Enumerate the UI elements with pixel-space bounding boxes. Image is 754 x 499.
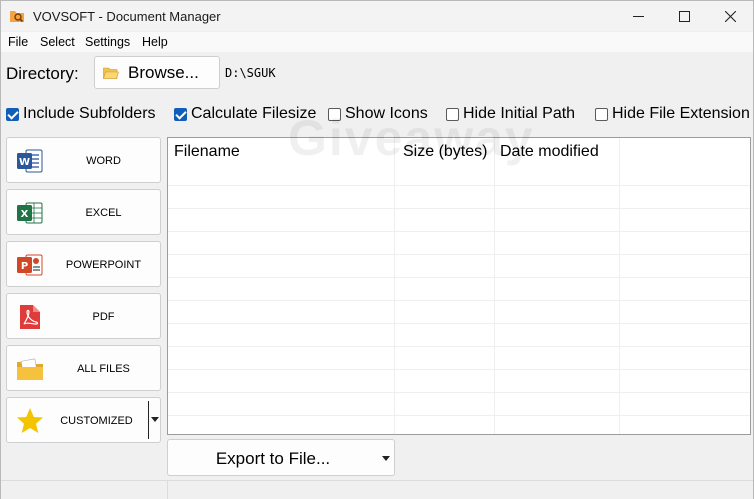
browse-label: Browse... [128, 62, 199, 82]
minimize-icon [632, 15, 644, 17]
hide-initial-path-checkbox[interactable]: Hide Initial Path [446, 105, 575, 123]
title-bar: VOVSOFT - Document Manager [1, 1, 753, 31]
svg-text:W: W [19, 157, 30, 168]
svg-text:P: P [21, 261, 28, 272]
customized-label: CUSTOMIZED [60, 415, 133, 427]
window-title: VOVSOFT - Document Manager [33, 9, 221, 24]
row-gridline [168, 185, 750, 186]
list-header: Filename Size (bytes) Date modified [168, 138, 750, 167]
column-header-filename[interactable]: Filename [174, 143, 240, 161]
column-divider [494, 138, 495, 434]
powerpoint-label: POWERPOINT [65, 259, 142, 271]
app-icon [10, 11, 24, 23]
row-gridline [168, 208, 750, 209]
word-label: WORD [86, 155, 121, 167]
pdf-icon [20, 305, 40, 329]
export-label: Export to File... [215, 449, 331, 468]
excel-button[interactable]: X EXCEL [6, 189, 161, 235]
checkbox-unchecked-icon [328, 107, 341, 121]
word-button[interactable]: W WORD [6, 137, 161, 183]
row-gridline [168, 369, 750, 370]
powerpoint-button[interactable]: P POWERPOINT [6, 241, 161, 287]
directory-path: D:\SGUK [225, 66, 276, 80]
pdf-button[interactable]: PDF [6, 293, 161, 339]
word-icon: W [17, 149, 43, 173]
include-subfolders-checkbox[interactable]: Include Subfolders [6, 105, 156, 123]
column-header-size[interactable]: Size (bytes) [403, 143, 487, 161]
close-button[interactable] [707, 1, 753, 31]
powerpoint-icon: P [17, 254, 43, 276]
excel-icon: X [17, 202, 43, 224]
app-window: VOVSOFT - Document Manager File Select S… [0, 0, 754, 499]
menu-file[interactable]: File [8, 35, 28, 49]
folder-icon [17, 358, 43, 380]
hide-initial-path-label: Hide Initial Path [463, 105, 576, 122]
column-divider [394, 138, 395, 434]
show-icons-label: Show Icons [345, 105, 428, 122]
excel-label: EXCEL [85, 207, 122, 219]
row-gridline [168, 300, 750, 301]
row-gridline [168, 323, 750, 324]
export-to-file-button[interactable]: Export to File... [167, 439, 395, 476]
calculate-filesize-label: Calculate Filesize [191, 105, 317, 122]
maximize-icon [678, 10, 690, 22]
split-divider [148, 401, 149, 439]
status-bar [1, 480, 753, 499]
calculate-filesize-checkbox[interactable]: Calculate Filesize [174, 105, 316, 123]
menu-settings[interactable]: Settings [85, 35, 130, 49]
star-icon [17, 408, 43, 433]
checkbox-unchecked-icon [446, 107, 459, 121]
menu-help[interactable]: Help [142, 35, 168, 49]
row-gridline [168, 254, 750, 255]
menu-select[interactable]: Select [40, 35, 75, 49]
minimize-button[interactable] [615, 1, 661, 31]
column-divider [619, 138, 620, 434]
status-divider [167, 481, 168, 499]
row-gridline [168, 231, 750, 232]
checkbox-unchecked-icon [595, 107, 608, 121]
pdf-label: PDF [92, 311, 115, 323]
checkbox-checked-icon [6, 107, 19, 121]
file-list[interactable]: Filename Size (bytes) Date modified [167, 137, 751, 435]
row-gridline [168, 277, 750, 278]
include-subfolders-label: Include Subfolders [23, 105, 156, 122]
menu-bar: File Select Settings Help [1, 32, 753, 52]
customized-button[interactable]: CUSTOMIZED [6, 397, 161, 443]
show-icons-checkbox[interactable]: Show Icons [328, 105, 428, 123]
directory-label: Directory: [6, 64, 79, 83]
maximize-button[interactable] [661, 1, 707, 31]
row-gridline [168, 392, 750, 393]
chevron-down-icon[interactable] [151, 417, 159, 422]
browse-button[interactable]: Browse... [94, 56, 220, 89]
svg-text:X: X [21, 209, 29, 220]
hide-file-extension-label: Hide File Extension [612, 105, 750, 122]
folder-open-icon [103, 67, 119, 79]
all-files-button[interactable]: ALL FILES [6, 345, 161, 391]
hide-file-extension-checkbox[interactable]: Hide File Extension [595, 105, 750, 123]
close-icon [724, 10, 736, 22]
all-files-label: ALL FILES [77, 363, 130, 375]
chevron-down-icon[interactable] [382, 456, 390, 461]
column-header-date-modified[interactable]: Date modified [500, 143, 599, 161]
row-gridline [168, 346, 750, 347]
checkbox-checked-icon [174, 107, 187, 121]
row-gridline [168, 415, 750, 416]
